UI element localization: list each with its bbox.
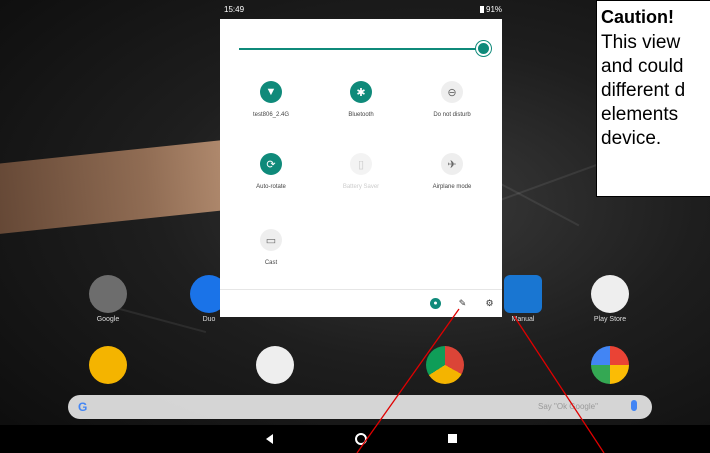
caution-note: Caution! This view and could different d… (596, 0, 710, 197)
tile-auto-rotate[interactable]: ⟳ Auto-rotate (226, 153, 316, 190)
recents-icon[interactable] (448, 434, 457, 443)
gmail-icon (256, 346, 294, 384)
quick-settings-footer: ● ✎ ⚙ (220, 289, 502, 318)
play-store-icon (591, 275, 629, 313)
tile-battery-saver[interactable]: ▯ Battery Saver (316, 153, 406, 190)
tile-label: Auto-rotate (256, 184, 286, 190)
app-label: Google (96, 316, 120, 323)
quick-settings-panel: ▼ test806_2.4G ✱ Bluetooth ⊖ Do not dist… (220, 19, 502, 317)
navigation-bar (0, 425, 710, 453)
tile-bluetooth[interactable]: ✱ Bluetooth (316, 81, 406, 118)
brightness-slider-track[interactable] (239, 48, 484, 50)
battery-saver-icon: ▯ (350, 153, 372, 175)
tile-label: Cast (264, 260, 278, 266)
search-hint: Say "Ok Google" (538, 402, 598, 411)
status-time: 15:49 (224, 5, 245, 14)
caution-line: device. (601, 128, 662, 149)
app-label: Play Store (593, 316, 627, 323)
google-folder-icon (89, 275, 127, 313)
chrome-icon (426, 346, 464, 384)
battery-level: 91% (486, 5, 503, 14)
brightness-icon (478, 43, 489, 54)
tile-label: test806_2.4G (252, 112, 290, 118)
do-not-disturb-icon: ⊖ (441, 81, 463, 103)
user-icon[interactable]: ● (430, 298, 441, 309)
caution-line: and could (601, 56, 684, 77)
app-photos[interactable] (575, 346, 645, 384)
tile-airplane-mode[interactable]: ✈ Airplane mode (407, 153, 497, 190)
tile-cast[interactable]: ▭ Cast (226, 229, 316, 266)
battery-icon (480, 6, 484, 13)
tile-do-not-disturb[interactable]: ⊖ Do not disturb (407, 81, 497, 118)
auto-rotate-icon: ⟳ (260, 153, 282, 175)
tile-label: Battery Saver (342, 184, 380, 190)
bluetooth-icon: ✱ (350, 81, 372, 103)
google-g-icon: G (78, 400, 88, 414)
tile-label: Airplane mode (432, 184, 472, 190)
brightness-slider-thumb[interactable] (476, 41, 491, 56)
app-gmail[interactable] (240, 346, 310, 384)
photos-icon (591, 346, 629, 384)
wifi-icon: ▼ (260, 81, 282, 103)
caution-body: This view and could different d elements… (601, 31, 710, 151)
home-icon[interactable] (355, 433, 367, 445)
google-search-bar[interactable]: G Say "Ok Google" (68, 395, 652, 419)
app-play-store[interactable]: Play Store (575, 275, 645, 323)
manual-icon (504, 275, 542, 313)
status-battery: 91% (480, 5, 502, 14)
caution-line: elements (601, 104, 679, 125)
back-icon[interactable] (266, 434, 273, 444)
caution-line: different d (601, 80, 686, 101)
app-chrome[interactable] (410, 346, 480, 384)
mic-icon[interactable] (631, 400, 637, 411)
caution-line: This view (601, 32, 681, 53)
cast-icon: ▭ (260, 229, 282, 251)
tile-wifi[interactable]: ▼ test806_2.4G (226, 81, 316, 118)
tile-label: Do not disturb (433, 112, 471, 118)
tile-label: Bluetooth (348, 112, 374, 118)
caution-title: Caution! (601, 7, 674, 27)
airplane-icon: ✈ (441, 153, 463, 175)
settings-icon[interactable]: ⚙ (484, 298, 495, 309)
slides-icon (89, 346, 127, 384)
edit-icon[interactable]: ✎ (457, 298, 468, 309)
app-google-folder[interactable]: Google (73, 275, 143, 323)
app-slides[interactable] (73, 346, 143, 384)
